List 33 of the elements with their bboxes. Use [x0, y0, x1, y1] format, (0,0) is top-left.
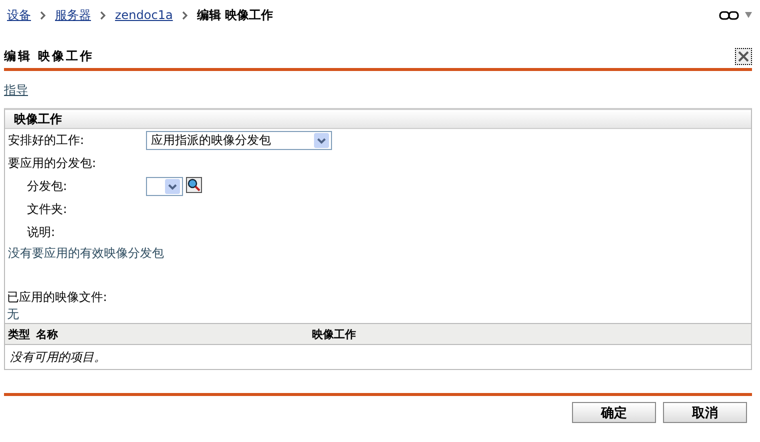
field-label: 分发包: [27, 178, 68, 195]
field-label: 文件夹: [27, 201, 68, 218]
dropdown-icon[interactable] [745, 12, 752, 18]
breadcrumb-link[interactable]: zendoc1a [115, 8, 173, 22]
column-header: 映像工作 [309, 324, 751, 344]
caret-icon [165, 179, 180, 194]
chevron-icon [182, 10, 188, 20]
close-button[interactable] [735, 48, 752, 65]
guide-link[interactable]: 指导 [4, 82, 28, 99]
work-select[interactable]: 应用指派的映像分发包 [146, 131, 332, 150]
empty-message: 没有可用的项目。 [5, 344, 751, 369]
dialog-button[interactable]: 确定 [572, 402, 656, 423]
column-header: 名称 [33, 324, 309, 344]
section-label: 要应用的分发包: [8, 155, 96, 172]
breadcrumb-link[interactable]: 设备 [7, 6, 31, 24]
chevron-icon [100, 10, 106, 20]
close-icon [738, 51, 749, 62]
search-icon[interactable] [186, 176, 202, 192]
applied-value: 无 [6, 306, 20, 323]
section-label: 已应用的映像文件: [6, 289, 108, 306]
page-title: 编辑 映像工作 [4, 48, 94, 65]
column-header: 类型 [5, 324, 33, 344]
notice-text: 没有要应用的有效映像分发包 [7, 245, 165, 262]
dialog-button[interactable]: 取消 [663, 402, 747, 423]
chevron-icon [40, 10, 46, 20]
bundle-select[interactable] [146, 177, 183, 196]
field-label: 说明: [27, 224, 56, 241]
breadcrumb-link[interactable]: 服务器 [55, 6, 91, 24]
link-icon[interactable] [719, 10, 739, 20]
field-label: 安排好的工作: [8, 132, 86, 149]
panel-title: 映像工作 [5, 110, 751, 129]
breadcrumb-current: 编辑 映像工作 [196, 6, 274, 24]
caret-icon [314, 133, 329, 148]
